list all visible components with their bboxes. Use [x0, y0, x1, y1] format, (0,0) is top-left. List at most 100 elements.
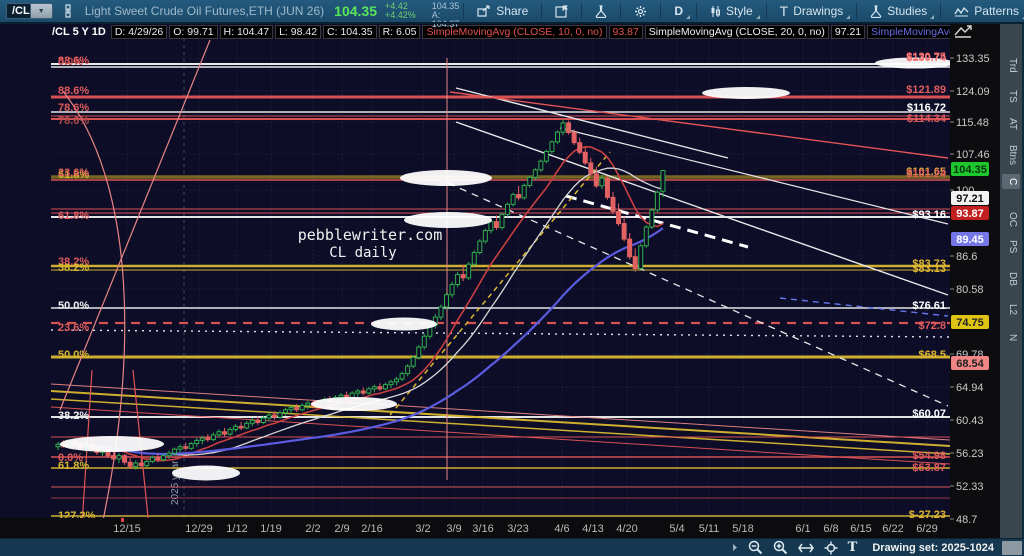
gadget-tab-at[interactable]: AT	[1002, 114, 1020, 134]
fib-label: 78.6%	[58, 115, 89, 127]
studies-flask-icon	[871, 4, 882, 18]
gadget-tab-ts[interactable]: TS	[1002, 86, 1020, 107]
calendar-flag-icon	[555, 5, 569, 18]
candle-body	[55, 443, 61, 448]
date-label: 1/12	[226, 523, 247, 535]
zoom-out-icon	[748, 540, 762, 555]
ohlc-chip: H: 104.47	[219, 25, 274, 39]
gadget-tab-n[interactable]: N	[1002, 330, 1020, 345]
price-target-label: $121.89	[906, 84, 946, 96]
candle-body	[138, 462, 144, 467]
price-target-label: $54.98	[912, 450, 946, 462]
flask-icon	[596, 4, 607, 18]
date-label: 6/15	[850, 523, 871, 535]
candle-body	[260, 417, 266, 424]
date-label: 3/9	[446, 523, 461, 535]
candle-body	[649, 209, 655, 228]
axis-tick-label: 86.6	[956, 251, 977, 263]
axis-tick-label: 64.94	[956, 382, 984, 394]
date-label: 6/29	[916, 523, 937, 535]
gadget-tab-l2[interactable]: L2	[1002, 300, 1020, 319]
zoom-out-button[interactable]	[748, 540, 763, 555]
candle-body	[493, 221, 499, 229]
gadget-tab-db[interactable]: DB	[1002, 268, 1020, 290]
price-target-label: $60.07	[912, 408, 946, 420]
candle-body	[543, 150, 549, 162]
drawing-set-label[interactable]: Drawing set: 2025-1024	[872, 542, 994, 554]
fib-label: 88.6%	[58, 55, 89, 67]
candle-style-icon	[711, 5, 720, 17]
cursor-date-tick	[121, 518, 124, 522]
zoom-in-button[interactable]	[773, 540, 788, 555]
candle-body	[510, 194, 516, 205]
date-label: 2/2	[305, 523, 320, 535]
price-chart[interactable]: 2025 yearpebblewriter.comCL daily0.0%88.…	[0, 0, 1024, 556]
date-label: 1/19	[260, 523, 281, 535]
timeframe-button[interactable]: D	[665, 0, 692, 22]
expand-arrow-icon[interactable]	[732, 543, 738, 552]
candle-body	[566, 122, 572, 134]
date-label: 5/18	[732, 523, 753, 535]
candle-body	[205, 437, 211, 441]
date-label: 4/20	[616, 523, 637, 535]
gadget-tab-oc[interactable]: OC	[1002, 208, 1020, 231]
price-bubble-value: 104.35	[953, 164, 987, 176]
fib-label: 23.6%	[58, 322, 89, 334]
drawings-button[interactable]: T Drawings	[771, 0, 853, 22]
candle-body	[233, 425, 239, 430]
gadget-tab-ps[interactable]: PS	[1002, 236, 1020, 257]
top-toolbar: /CL ▼ Light Sweet Crude Oil Futures,ETH …	[0, 0, 1024, 29]
symbol-dropdown-caret[interactable]: ▼	[29, 4, 52, 18]
gadget-tab-trd[interactable]: Trd	[1002, 54, 1020, 77]
candle-body	[255, 419, 261, 424]
patterns-button[interactable]: Patterns	[945, 0, 1024, 22]
gadget-tab-c[interactable]: C	[1002, 174, 1020, 190]
sma50-label[interactable]: SimpleMovingAvg (CLOSE, 50, 0,...	[867, 25, 950, 39]
text-drawing-button[interactable]: T	[848, 540, 858, 555]
settings-button[interactable]	[625, 0, 656, 22]
candle-body	[460, 274, 466, 279]
studies-button[interactable]: Studies	[861, 0, 936, 22]
candle-body	[377, 386, 383, 390]
candle-body	[305, 402, 311, 406]
pan-horizontal-button[interactable]	[797, 543, 814, 553]
gadget-tab-btns[interactable]: Btns	[1002, 141, 1020, 169]
style-button[interactable]: Style	[701, 0, 762, 22]
axis-tick-label: 107.46	[956, 149, 990, 161]
candle-body	[277, 412, 283, 418]
candle-body	[244, 422, 250, 429]
candle-body	[111, 455, 116, 460]
bottom-toolbar: T Drawing set: 2025-1024	[0, 538, 1024, 556]
candle-body	[149, 456, 155, 462]
fib-label: 88.6%	[58, 85, 89, 97]
candle-body	[416, 346, 422, 358]
candle-body	[349, 392, 355, 398]
watermark-line2: CL daily	[329, 245, 396, 261]
resize-handle[interactable]	[1002, 540, 1022, 555]
symbol-timeframe-label[interactable]: /CL 5 Y 1D	[52, 26, 106, 38]
candle-body	[405, 365, 411, 375]
ellipse-annotation	[702, 87, 790, 99]
price-bubble-value: 97.21	[956, 193, 984, 205]
candle-body	[338, 394, 344, 398]
right-tab-strip: Trd TS AT Btns C OC PS DB L2 N	[1000, 24, 1022, 538]
candle-body	[249, 419, 255, 424]
candle-body	[660, 170, 666, 192]
candle-body	[382, 384, 388, 390]
analyze-button[interactable]	[586, 0, 616, 22]
candle-body	[355, 390, 361, 394]
candle-body	[638, 245, 644, 270]
link-icon[interactable]	[63, 4, 73, 18]
instrument-title: Light Sweet Crude Oil Futures,ETH (JUN 2…	[84, 4, 325, 18]
sma20-label[interactable]: SimpleMovingAvg (CLOSE, 20, 0, no)	[644, 25, 829, 39]
share-button[interactable]: Share	[468, 0, 537, 22]
candle-body	[449, 284, 455, 296]
events-button[interactable]	[546, 0, 577, 22]
candle-body	[394, 378, 400, 383]
fib-label: 61.8%	[58, 210, 89, 222]
date-label: 3/2	[415, 523, 430, 535]
crosshair-button[interactable]	[824, 541, 838, 555]
ohlc-chip: R: 6.05	[378, 25, 421, 39]
date-label: 6/1	[795, 523, 810, 535]
symbol-input[interactable]: /CL ▼	[6, 3, 53, 19]
